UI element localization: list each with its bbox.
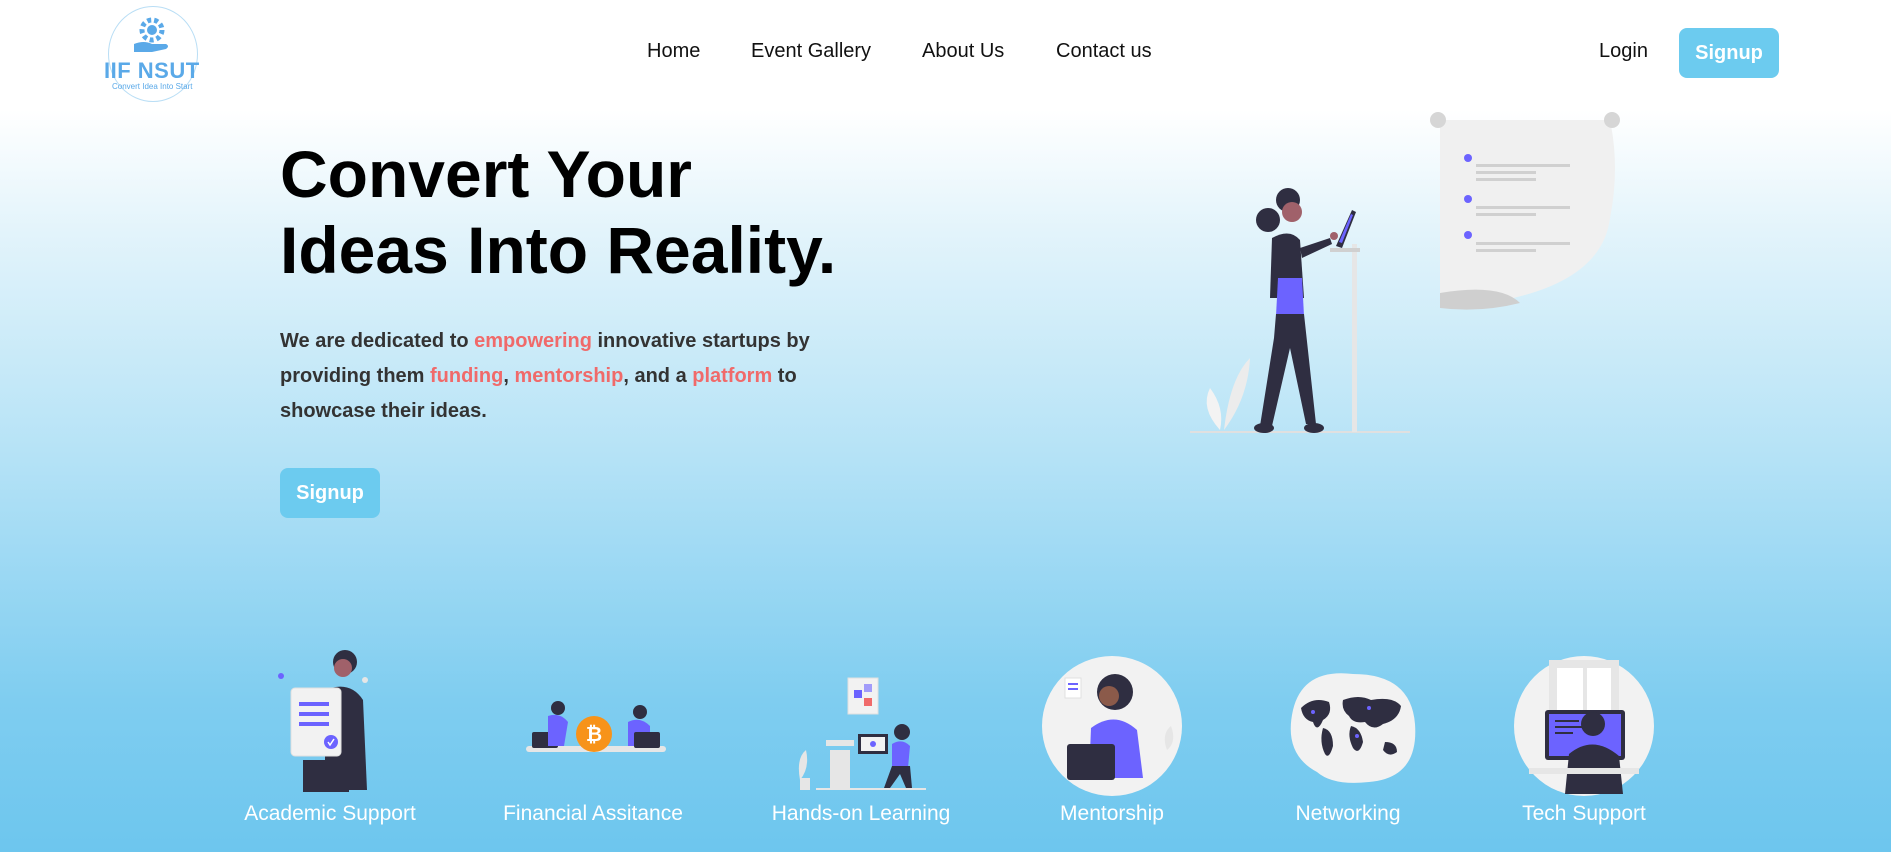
tech-support-illustration (1514, 656, 1654, 796)
top-navbar: IIF NSUT Convert Idea Into Start Home Ev… (0, 0, 1891, 108)
networking-illustration (1290, 673, 1416, 783)
feature-label: Tech Support (1522, 802, 1646, 825)
desc-highlight-platform: platform (692, 365, 773, 387)
feature-tech-support: Tech Support (1479, 650, 1689, 830)
nav-link-about-us[interactable]: About Us (922, 40, 1004, 63)
feature-hands-on-learning: Hands-on Learning (756, 650, 966, 830)
feature-label: Academic Support (244, 802, 416, 825)
site-logo[interactable]: IIF NSUT Convert Idea Into Start (100, 6, 200, 102)
signup-button-nav[interactable]: Signup (1679, 28, 1779, 78)
feature-networking: Networking (1243, 650, 1453, 830)
desc-highlight-mentorship: mentorship (514, 365, 624, 387)
nav-link-event-gallery[interactable]: Event Gallery (751, 40, 871, 63)
hero-title: Convert Your Ideas Into Reality. (280, 136, 980, 288)
feature-label: Mentorship (1060, 802, 1164, 825)
hero-description: We are dedicated to empowering innovativ… (280, 324, 840, 429)
desc-highlight-funding: funding (430, 365, 504, 387)
desc-highlight-empowering: empowering (474, 330, 592, 352)
gear-hand-icon (134, 17, 168, 52)
desc-text: , and a (623, 365, 693, 387)
logo-text: IIF NSUT (104, 58, 200, 83)
feature-financial-assistance: ₿ Financial Assitance (488, 650, 698, 830)
nav-link-contact-us[interactable]: Contact us (1056, 40, 1152, 63)
hero-illustration (1190, 112, 1620, 433)
feature-label: Financial Assitance (503, 802, 683, 825)
signup-button-hero[interactable]: Signup (280, 468, 380, 518)
feature-mentorship: Mentorship (1007, 650, 1217, 830)
financial-assistance-illustration: ₿ (526, 701, 666, 752)
desc-text: , (503, 365, 515, 387)
feature-academic-support: Academic Support (225, 650, 435, 830)
academic-support-illustration (278, 650, 368, 792)
desc-text: We are dedicated to (280, 330, 475, 352)
svg-text:₿: ₿ (586, 724, 602, 746)
mentorship-illustration (1042, 656, 1182, 796)
logo-tagline: Convert Idea Into Start (112, 82, 193, 91)
feature-label: Hands-on Learning (771, 802, 951, 825)
hero-title-line1: Convert Your (280, 137, 692, 211)
hero-title-line2: Ideas Into Reality. (280, 213, 837, 287)
hands-on-learning-illustration (798, 677, 926, 790)
nav-link-home[interactable]: Home (647, 40, 700, 63)
feature-label: Networking (1295, 802, 1401, 825)
login-link[interactable]: Login (1599, 40, 1648, 63)
